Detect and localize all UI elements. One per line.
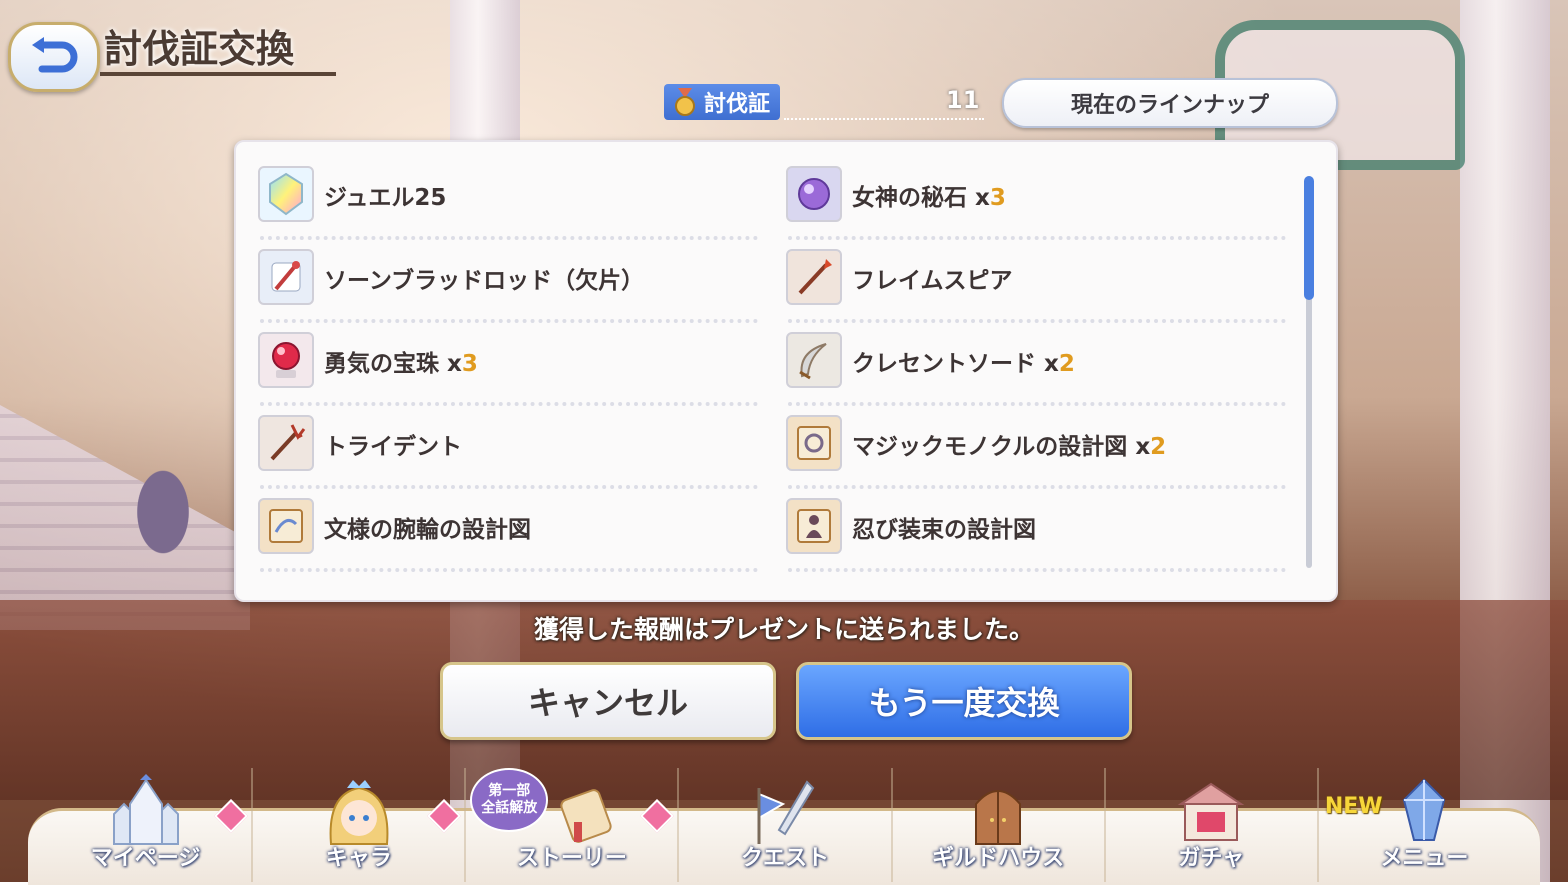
currency-display: 討伐証 11 bbox=[664, 84, 984, 120]
nav-label: ストーリー bbox=[516, 846, 627, 871]
flag-sword-icon bbox=[757, 780, 815, 844]
nav-character[interactable]: キャラ bbox=[253, 768, 467, 882]
orb-icon bbox=[258, 332, 314, 388]
notification-diamond bbox=[214, 799, 249, 833]
reward-item-ninja-blueprint: 忍び装束の設計図 bbox=[786, 498, 1292, 581]
exchange-again-button[interactable]: もう一度交換 bbox=[796, 662, 1132, 740]
reward-label: 女神の秘石 x3 bbox=[852, 185, 1006, 211]
nav-mypage[interactable]: マイページ bbox=[40, 768, 254, 882]
nav-gacha[interactable]: ガチャ bbox=[1106, 768, 1319, 882]
reward-item-rod-fragment: ソーンブラッドロッド（欠片） bbox=[258, 249, 764, 332]
scrollbar-thumb[interactable] bbox=[1304, 176, 1314, 300]
reward-item-jewel: ジュエル25 bbox=[258, 166, 764, 249]
reward-label: ジュエル25 bbox=[324, 185, 447, 211]
door-icon bbox=[975, 790, 1022, 845]
reward-label: 忍び装束の設計図 bbox=[852, 517, 1036, 543]
reward-item-bracelet-blueprint: 文様の腕輪の設計図 bbox=[258, 498, 764, 581]
currency-count: 11 bbox=[946, 86, 980, 114]
background-vase bbox=[118, 440, 208, 560]
nav-story[interactable]: 第一部 全話解放 ストーリー bbox=[466, 768, 680, 882]
reward-label: 勇気の宝珠 x3 bbox=[324, 351, 478, 377]
badge-line: 第一部 bbox=[488, 783, 531, 800]
blueprint-icon bbox=[786, 415, 842, 471]
result-message: 獲得した報酬はプレゼントに送られました。 bbox=[533, 615, 1034, 644]
currency-tag: 討伐証 bbox=[664, 84, 781, 120]
notification-diamond bbox=[640, 799, 675, 833]
bottom-nav: マイページ キャラ 第一部 全話解放 ストーリー クエスト ギルドハウス ガチャ… bbox=[40, 768, 1530, 882]
trident-icon bbox=[258, 415, 314, 471]
nav-label: マイページ bbox=[90, 846, 201, 871]
currency-divider bbox=[784, 118, 984, 120]
reward-label: フレイムスピア bbox=[852, 268, 1013, 294]
reward-item-monocle-blueprint: マジックモノクルの設計図 x2 bbox=[786, 415, 1292, 498]
cancel-button[interactable]: キャンセル bbox=[440, 662, 776, 740]
reward-label: クレセントソード x2 bbox=[852, 351, 1075, 377]
jewel-icon bbox=[258, 166, 314, 222]
notification-diamond bbox=[427, 799, 462, 833]
nav-label: クエスト bbox=[740, 846, 829, 871]
sword-icon bbox=[786, 332, 842, 388]
reward-label: トライデント bbox=[324, 434, 462, 460]
nav-label: キャラ bbox=[325, 846, 392, 871]
rewards-panel: ジュエル25 女神の秘石 x3 ソーンブラッドロッド（欠片） フレイムスピア 勇… bbox=[234, 140, 1338, 602]
reward-item-flame-spear: フレイムスピア bbox=[786, 249, 1292, 332]
new-badge: NEW bbox=[1324, 794, 1383, 819]
page-title: 討伐証交換 bbox=[104, 27, 295, 71]
blueprint-icon bbox=[786, 498, 842, 554]
medal-icon bbox=[675, 88, 695, 116]
nav-guildhouse[interactable]: ギルドハウス bbox=[893, 768, 1106, 882]
back-arrow-icon bbox=[32, 37, 78, 73]
reward-label: ソーンブラッドロッド（欠片） bbox=[324, 268, 645, 294]
badge-line: 全話解放 bbox=[481, 800, 538, 816]
currency-name: 討伐証 bbox=[704, 92, 771, 117]
reward-label: マジックモノクルの設計図 x2 bbox=[852, 434, 1167, 460]
reward-item-trident: トライデント bbox=[258, 415, 764, 498]
title-underline bbox=[100, 72, 336, 76]
gacha-icon bbox=[1177, 782, 1245, 841]
reward-item-crescent-sword: クレセントソード x2 bbox=[786, 332, 1292, 415]
reward-label: 文様の腕輪の設計図 bbox=[324, 517, 531, 543]
goddess-stone-icon bbox=[786, 166, 842, 222]
rod-fragment-icon bbox=[258, 249, 314, 305]
current-lineup-button[interactable]: 現在のラインナップ bbox=[1002, 78, 1338, 128]
castle-icon bbox=[112, 774, 179, 845]
story-badge: 第一部 全話解放 bbox=[470, 768, 549, 832]
nav-menu[interactable]: NEW メニュー bbox=[1319, 768, 1530, 882]
spear-icon bbox=[786, 249, 842, 305]
crystal-icon bbox=[1403, 778, 1446, 841]
nav-label: ギルドハウス bbox=[932, 846, 1065, 871]
reward-item-goddess-stone: 女神の秘石 x3 bbox=[786, 166, 1292, 249]
back-button[interactable] bbox=[8, 22, 100, 92]
nav-label: メニュー bbox=[1380, 846, 1469, 871]
reward-item-courage-orb: 勇気の宝珠 x3 bbox=[258, 332, 764, 415]
character-icon bbox=[329, 780, 389, 845]
nav-quest[interactable]: クエスト bbox=[679, 768, 893, 882]
blueprint-icon bbox=[258, 498, 314, 554]
nav-label: ガチャ bbox=[1178, 846, 1245, 871]
rewards-list[interactable]: ジュエル25 女神の秘石 x3 ソーンブラッドロッド（欠片） フレイムスピア 勇… bbox=[258, 166, 1288, 581]
